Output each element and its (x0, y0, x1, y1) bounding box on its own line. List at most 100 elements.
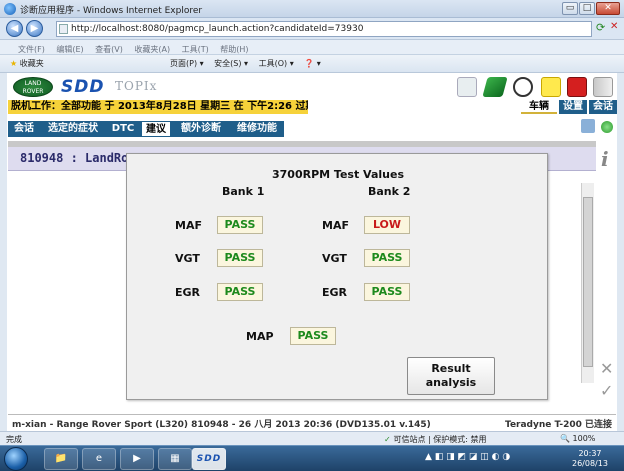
media-taskbar-icon[interactable]: ▶ (120, 448, 154, 470)
battery-icon[interactable] (513, 77, 533, 97)
sdd-taskbar-button[interactable]: SDD (192, 448, 226, 470)
result-button-line2: analysis (425, 376, 477, 389)
tab-vehicle[interactable]: 车辆 (521, 100, 557, 114)
tab-extra-diagnostics[interactable]: 额外诊断 (174, 121, 228, 137)
page-icon (59, 24, 68, 34)
url-text: http://localhost:8080/pagmcp_launch.acti… (71, 24, 364, 34)
confirm-icon[interactable]: ✓ (600, 381, 613, 400)
tools-menu[interactable]: 工具(O) ▾ (259, 59, 294, 68)
bank1-heading: Bank 1 (222, 185, 265, 198)
url-field[interactable]: http://localhost:8080/pagmcp_launch.acti… (56, 21, 592, 37)
bank1-vgt-value: PASS (217, 249, 263, 267)
bank2-maf-value: LOW (364, 216, 410, 234)
bank2-egr-value: PASS (364, 283, 410, 301)
star-icon: ★ (10, 59, 18, 68)
monitor-icon[interactable] (581, 119, 595, 133)
money-icon[interactable] (482, 77, 508, 97)
favorites-label: 收藏夹 (19, 59, 44, 68)
tab-settings[interactable]: 设置 (559, 100, 587, 114)
favorites-button[interactable]: ★ 收藏夹 (10, 58, 44, 69)
zoom-icon: 🔍 (560, 434, 570, 443)
top-tabs: 车辆 设置 会话 (521, 100, 617, 114)
zoom-level[interactable]: 🔍 100% (560, 434, 595, 443)
menu-bar: 文件(F) 编辑(E) 查看(V) 收藏夹(A) 工具(T) 帮助(H) (0, 40, 624, 55)
menu-edit[interactable]: 编辑(E) (56, 45, 83, 54)
bank2-egr-label: EGR (322, 286, 348, 299)
menu-view[interactable]: 查看(V) (95, 45, 123, 54)
right-panel: i ✕ ✓ (597, 141, 617, 409)
favorites-bar: ★ 收藏夹 页面(P) ▾ 安全(S) ▾ 工具(O) ▾ ❓ ▾ (0, 55, 624, 73)
bank1-egr-value: PASS (217, 283, 263, 301)
menu-help[interactable]: 帮助(H) (220, 45, 248, 54)
minimize-button[interactable]: ▭ (562, 2, 578, 15)
stop-icon[interactable]: ✕ (610, 21, 618, 32)
cancel-icon[interactable]: ✕ (600, 359, 613, 378)
bank2-heading: Bank 2 (368, 185, 411, 198)
back-button[interactable]: ◀ (6, 20, 23, 37)
tab-repair-functions[interactable]: 维修功能 (230, 121, 284, 137)
exit-icon[interactable] (567, 77, 587, 97)
scrollbar-thumb[interactable] (583, 197, 593, 367)
tab-session[interactable]: 会话 (589, 100, 617, 114)
explorer-taskbar-icon[interactable]: 📁 (44, 448, 78, 470)
app-taskbar-icon[interactable]: ▦ (158, 448, 192, 470)
result-button-line1: Result (431, 362, 471, 375)
ie-status-bar: 完成 ✓ 可信站点 | 保护模式: 禁用 🔍 100% (0, 431, 624, 445)
sdd-application: LAND ROVER SDD TOPIx 脱机工作：全部功能 于 2013年8月… (7, 73, 617, 431)
scrollbar[interactable] (581, 183, 594, 383)
sdd-brand: SDD (61, 77, 105, 97)
address-bar: ◀ ▶ http://localhost:8080/pagmcp_launch.… (0, 18, 624, 40)
header-icons (451, 75, 616, 99)
clock-time: 20:37 (578, 449, 602, 458)
system-tray: ▲ ◧ ◨ ◩ ◪ ◫ ◐ ◑ (425, 452, 511, 462)
menu-file[interactable]: 文件(F) (18, 45, 45, 54)
session-info: m-xian - Range Rover Sport (L320) 810948… (12, 420, 431, 430)
zoom-text: 100% (572, 434, 596, 443)
clock[interactable]: 20:37 26/08/13 (572, 449, 608, 469)
command-bar: 页面(P) ▾ 安全(S) ▾ 工具(O) ▾ ❓ ▾ (170, 58, 329, 69)
start-button[interactable] (4, 447, 28, 471)
refresh-icon[interactable]: ⟳ (596, 21, 605, 34)
tab-dtc[interactable]: DTC (108, 121, 138, 137)
zone-text: 可信站点 | 保护模式: 禁用 (393, 435, 487, 444)
info-icon[interactable]: i (601, 147, 609, 171)
help-menu[interactable]: ❓ ▾ (304, 59, 321, 68)
window-title: 诊断应用程序 - Windows Internet Explorer (20, 6, 203, 16)
bank1-maf-value: PASS (217, 216, 263, 234)
bank1-vgt-label: VGT (175, 252, 200, 265)
taskbar: 📁 e ▶ ▦ SDD ▲ ◧ ◨ ◩ ◪ ◫ ◐ ◑ 20:37 26/08/… (0, 445, 624, 471)
topix-label: TOPIx (115, 79, 158, 93)
tab-recommendations[interactable]: 建议 (141, 121, 171, 137)
window-titlebar: 诊断应用程序 - Windows Internet Explorer ▭ □ ✕ (0, 0, 624, 18)
close-button[interactable]: ✕ (596, 2, 620, 15)
bank1-egr-label: EGR (175, 286, 201, 299)
test-values-dialog: 3700RPM Test Values Bank 1 Bank 2 MAF PA… (126, 153, 548, 400)
status-done: 完成 (6, 435, 22, 444)
page-menu[interactable]: 页面(P) ▾ (170, 59, 204, 68)
land-rover-logo: LAND ROVER (13, 77, 53, 97)
clock-date: 26/08/13 (572, 459, 608, 468)
maximize-button[interactable]: □ (579, 2, 595, 15)
tab-selected-symptoms[interactable]: 选定的症状 (40, 121, 106, 137)
safety-menu[interactable]: 安全(S) ▾ (214, 59, 248, 68)
door-icon[interactable] (593, 77, 613, 97)
ie-taskbar-icon[interactable]: e (82, 448, 116, 470)
notes-icon[interactable] (541, 77, 561, 97)
connection-status: Teradyne T-200 已连接 (505, 420, 612, 430)
tab-session-nav[interactable]: 会话 (10, 121, 38, 137)
security-zone[interactable]: ✓ 可信站点 | 保护模式: 禁用 (384, 434, 487, 445)
dialog-title: 3700RPM Test Values (271, 168, 404, 181)
result-analysis-button[interactable]: Result analysis (407, 357, 495, 395)
ie-icon (4, 3, 16, 15)
map-label: MAP (246, 330, 274, 343)
map-value: PASS (290, 327, 336, 345)
menu-favorites[interactable]: 收藏夹(A) (134, 45, 170, 54)
vehicle-id: 810948 : LandRov (20, 151, 136, 165)
status-line: 脱机工作：全部功能 于 2013年8月28日 星期三 在 下午2:26 过期 (8, 100, 308, 114)
bank2-vgt-value: PASS (364, 249, 410, 267)
forward-button[interactable]: ▶ (26, 20, 43, 37)
menu-tools[interactable]: 工具(T) (182, 45, 209, 54)
nav-tabs: 会话 选定的症状 DTC 建议 额外诊断 维修功能 (8, 121, 584, 137)
stethoscope-icon[interactable] (457, 77, 477, 97)
refresh-green-icon[interactable] (601, 121, 613, 133)
